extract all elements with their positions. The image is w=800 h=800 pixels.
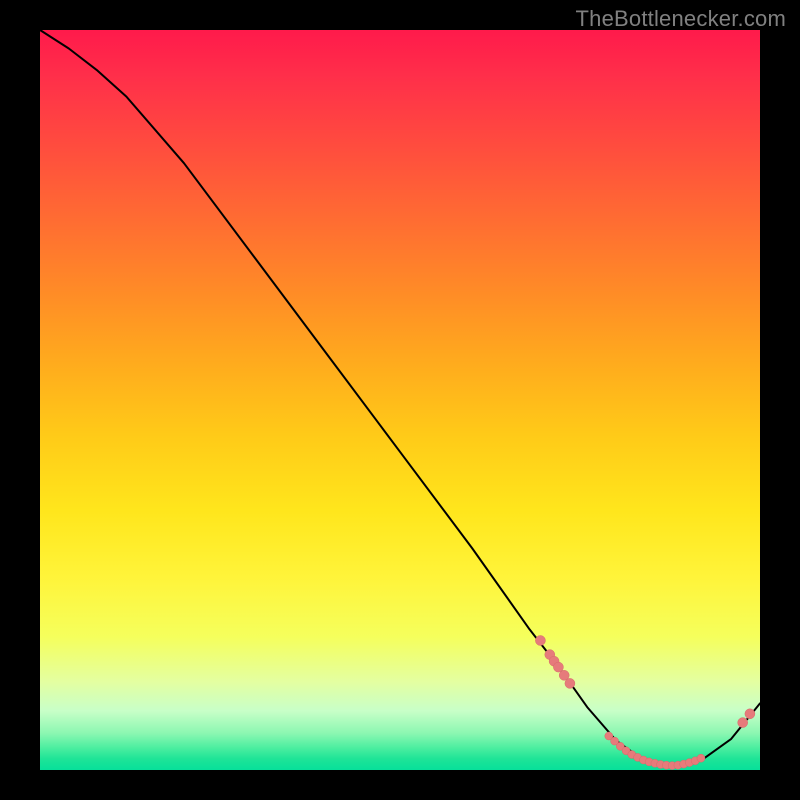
data-point: [738, 718, 748, 728]
data-points: [535, 636, 755, 770]
chart-frame: TheBottlenecker.com: [0, 0, 800, 800]
bottleneck-curve: [40, 30, 760, 766]
data-point: [745, 709, 755, 719]
data-point: [697, 754, 705, 762]
data-point: [535, 636, 545, 646]
data-point: [565, 678, 575, 688]
chart-overlay: [0, 0, 800, 800]
